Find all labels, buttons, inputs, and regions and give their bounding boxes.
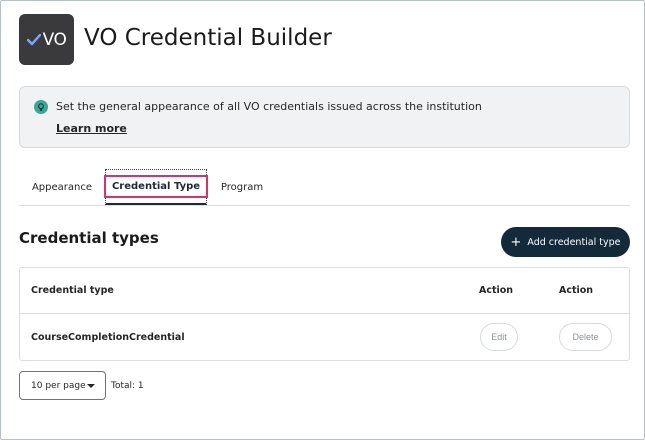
column-header-action: Action bbox=[559, 285, 594, 296]
tab-program[interactable]: Program bbox=[211, 169, 273, 205]
lightbulb-icon bbox=[34, 100, 48, 114]
plus-icon: + bbox=[510, 234, 522, 250]
info-banner: Set the general appearance of all VO cre… bbox=[19, 86, 630, 148]
tab-credential-type-label: Credential Type bbox=[103, 175, 209, 198]
tab-appearance[interactable]: Appearance bbox=[23, 169, 101, 205]
add-credential-type-label: Add credential type bbox=[527, 236, 621, 248]
section-title: Credential types bbox=[19, 229, 159, 247]
checkmark-icon bbox=[26, 33, 41, 45]
page-title: VO Credential Builder bbox=[84, 25, 332, 51]
per-page-select[interactable]: 10 per page bbox=[19, 371, 106, 400]
tab-credential-type[interactable]: Credential Type bbox=[103, 169, 209, 205]
banner-text: Set the general appearance of all VO cre… bbox=[56, 100, 482, 113]
table-row: CourseCompletionCredential Edit Delete bbox=[20, 315, 629, 361]
logo-text: VO bbox=[42, 29, 67, 50]
app-logo: VO bbox=[19, 14, 74, 65]
column-header-credential-type: Credential type bbox=[31, 285, 114, 296]
delete-button[interactable]: Delete bbox=[559, 323, 612, 351]
caret-down-icon bbox=[87, 384, 95, 388]
column-header-action: Action bbox=[479, 285, 514, 296]
credential-types-table: Credential type Action Action CourseComp… bbox=[19, 267, 630, 361]
per-page-value: 10 per page bbox=[31, 380, 86, 391]
table-header-row: Credential type Action Action bbox=[20, 268, 629, 314]
app-window: VO VO Credential Builder Set the general… bbox=[0, 0, 645, 440]
tab-bar: Appearance Credential Type Program bbox=[19, 169, 630, 206]
add-credential-type-button[interactable]: + Add credential type bbox=[501, 227, 630, 257]
total-count: Total: 1 bbox=[111, 381, 144, 391]
credential-type-cell: CourseCompletionCredential bbox=[31, 332, 185, 343]
learn-more-link[interactable]: Learn more bbox=[56, 122, 127, 135]
edit-button[interactable]: Edit bbox=[480, 323, 518, 351]
